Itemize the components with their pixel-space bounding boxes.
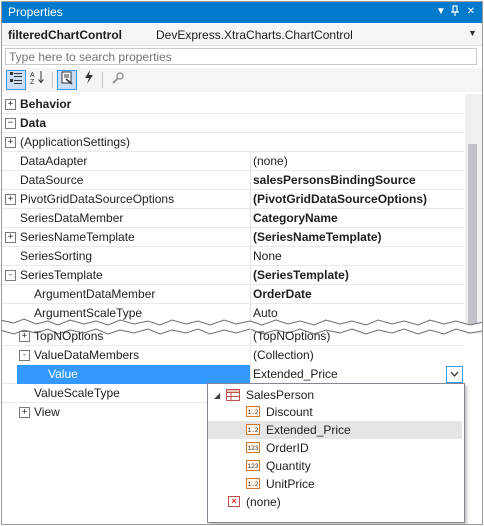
expand-icon[interactable]: + (5, 194, 16, 205)
dropdown-arrow-icon[interactable]: ▼ (434, 5, 448, 19)
property-name: DataSource (20, 173, 84, 187)
expand-icon[interactable]: + (5, 99, 16, 110)
window-title: Properties (8, 5, 63, 19)
svg-text:A: A (30, 72, 35, 79)
integer-field-icon: 123 (246, 460, 260, 471)
property-row[interactable]: + TopNOptions (TopNOptions) (2, 327, 464, 346)
property-row[interactable]: SeriesDataMember CategoryName (2, 209, 464, 228)
categorized-icon[interactable] (6, 70, 26, 90)
toolbar: AZ (2, 68, 482, 92)
integer-field-icon: 123 (246, 442, 260, 453)
scrollbar-thumb[interactable] (468, 144, 477, 324)
category-label: Data (20, 116, 47, 130)
chevron-down-icon[interactable]: ▼ (468, 28, 477, 38)
property-name: SeriesNameTemplate (20, 230, 135, 244)
events-icon[interactable] (79, 70, 99, 90)
table-icon (226, 389, 240, 404)
alphabetical-icon[interactable]: AZ (28, 70, 48, 90)
pin-icon[interactable] (448, 5, 462, 19)
field-item[interactable]: 1.2 UnitPrice (208, 475, 462, 493)
field-label: Discount (266, 405, 313, 419)
tree-item-label: SalesPerson (246, 388, 315, 402)
field-item[interactable]: 123 Quantity (208, 457, 462, 475)
expand-icon[interactable]: + (19, 407, 30, 418)
search-input[interactable] (5, 48, 477, 65)
field-label: Quantity (266, 459, 311, 473)
collapse-icon[interactable]: − (5, 118, 16, 129)
property-value[interactable]: (TopNOptions) (253, 329, 330, 343)
expand-icon[interactable]: + (19, 331, 30, 342)
field-label: OrderID (266, 441, 309, 455)
field-label: UnitPrice (266, 477, 315, 491)
category-label: Behavior (20, 97, 72, 111)
property-row[interactable]: - ValueDataMembers (Collection) (2, 346, 464, 365)
property-name: DataAdapter (20, 154, 88, 168)
property-row[interactable]: DataSource salesPersonsBindingSource (2, 171, 464, 190)
properties-window: Properties ▼ ✕ filteredChartControl DevE… (1, 1, 483, 525)
property-value[interactable]: CategoryName (253, 211, 338, 225)
decimal-field-icon: 1.2 (246, 406, 260, 417)
category-row-behavior[interactable]: + Behavior (2, 95, 464, 114)
property-name: ValueDataMembers (34, 348, 140, 362)
property-value[interactable]: (none) (253, 154, 288, 168)
property-name: SeriesDataMember (20, 211, 124, 225)
svg-text:Z: Z (30, 79, 35, 84)
toolbar-separator (52, 72, 53, 88)
object-type: DevExpress.XtraCharts.ChartControl (156, 28, 353, 42)
field-item[interactable]: 1.2 Discount (208, 403, 462, 421)
tree-root-item[interactable]: ◢ SalesPerson (208, 386, 462, 404)
property-value[interactable]: salesPersonsBindingSource (253, 173, 416, 187)
datamember-dropdown: ◢ SalesPerson 1.2 Discount 1.2 Extended_… (207, 383, 465, 523)
clear-icon: × (228, 496, 240, 507)
close-icon[interactable]: ✕ (464, 5, 478, 19)
value-dropdown-button[interactable] (446, 366, 463, 383)
property-name: TopNOptions (34, 329, 104, 343)
collapse-icon[interactable]: - (19, 350, 30, 361)
expand-icon[interactable]: + (5, 232, 16, 243)
field-label: Extended_Price (266, 423, 351, 437)
property-name: Value (48, 367, 78, 381)
property-row[interactable]: DataAdapter (none) (2, 152, 464, 171)
property-name: SeriesSorting (20, 249, 93, 263)
property-value[interactable]: OrderDate (253, 287, 312, 301)
property-value[interactable]: (Collection) (253, 348, 314, 362)
property-name: SeriesTemplate (20, 268, 103, 282)
property-value[interactable]: (PivotGridDataSourceOptions) (253, 192, 427, 206)
property-name: ArgumentDataMember (34, 287, 156, 301)
expand-icon[interactable]: + (5, 137, 16, 148)
field-item-highlighted[interactable]: 1.2 Extended_Price (208, 421, 462, 439)
collapse-icon[interactable]: - (5, 270, 16, 281)
property-name: ValueScaleType (34, 386, 120, 400)
decimal-field-icon: 1.2 (246, 424, 260, 435)
title-bar: Properties ▼ ✕ (2, 2, 482, 23)
property-row[interactable]: - SeriesTemplate (SeriesTemplate) (2, 266, 464, 285)
property-value[interactable]: (SeriesNameTemplate) (253, 230, 382, 244)
property-row-selected[interactable]: Value Extended_Price (2, 365, 464, 384)
object-selector[interactable]: filteredChartControl DevExpress.XtraChar… (2, 24, 482, 46)
property-row[interactable]: + PivotGridDataSourceOptions (PivotGridD… (2, 190, 464, 209)
property-name: PivotGridDataSourceOptions (20, 192, 175, 206)
object-name: filteredChartControl (8, 28, 122, 42)
none-label: (none) (246, 495, 281, 509)
property-value[interactable]: (SeriesTemplate) (253, 268, 349, 282)
property-row[interactable]: + SeriesNameTemplate (SeriesNameTemplate… (2, 228, 464, 247)
decimal-field-icon: 1.2 (246, 478, 260, 489)
toolbar-separator (102, 72, 103, 88)
properties-icon[interactable] (57, 70, 77, 90)
category-row-data[interactable]: − Data (2, 114, 464, 133)
property-value[interactable]: None (253, 249, 282, 263)
property-row[interactable]: SeriesSorting None (2, 247, 464, 266)
field-item[interactable]: 123 OrderID (208, 439, 462, 457)
property-row[interactable]: + (ApplicationSettings) (2, 133, 464, 152)
property-pages-icon[interactable] (108, 70, 128, 90)
property-name: View (34, 405, 60, 419)
property-value[interactable]: Extended_Price (253, 367, 338, 381)
none-item[interactable]: × (none) (208, 493, 462, 511)
collapse-triangle-icon[interactable]: ◢ (214, 391, 220, 400)
property-row[interactable]: ArgumentDataMember OrderDate (2, 285, 464, 304)
property-name: (ApplicationSettings) (20, 135, 131, 149)
